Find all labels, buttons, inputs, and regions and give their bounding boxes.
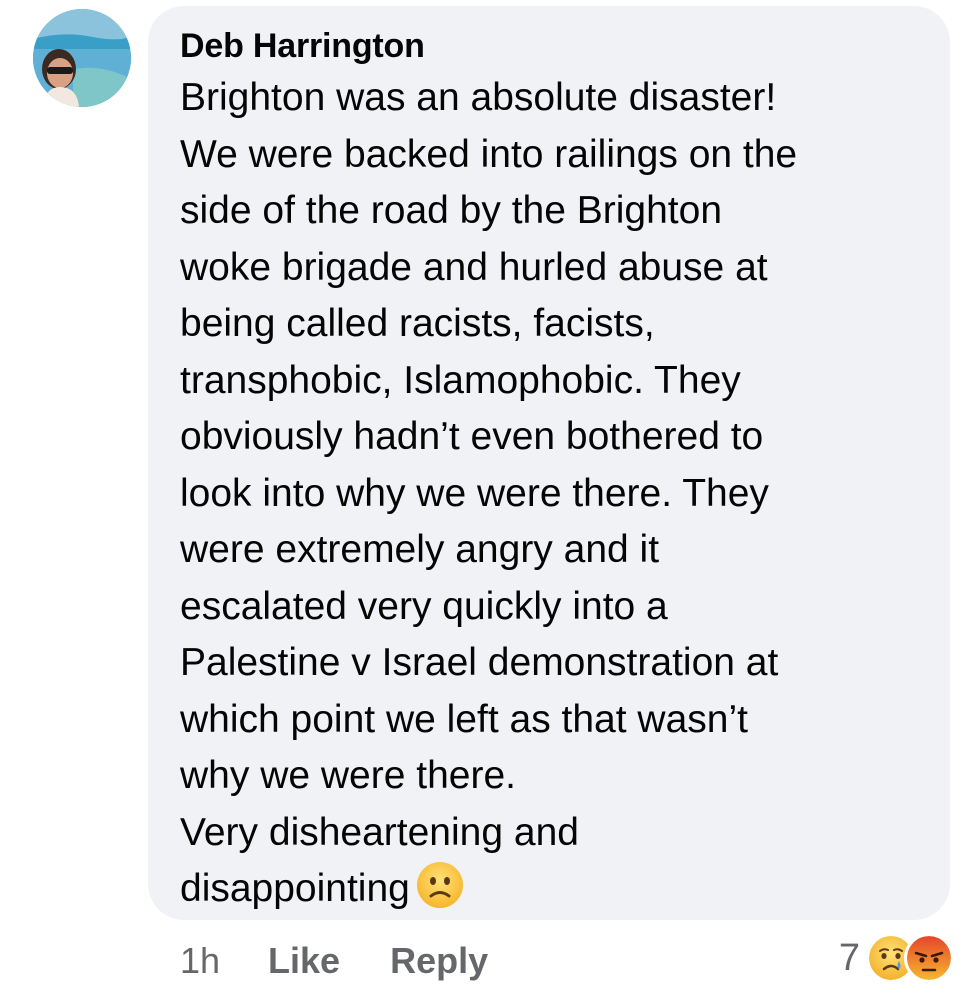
- comment-line: Brighton was an absolute disaster!: [180, 76, 777, 119]
- comment-line: side of the road by the Brighton: [180, 189, 723, 232]
- reply-button[interactable]: Reply: [390, 940, 488, 982]
- reaction-count: 7: [838, 936, 860, 979]
- avatar-photo: [33, 9, 131, 107]
- comment-actions: 1h Like Reply: [180, 936, 488, 986]
- comment-text: Brighton was an absolute disaster! We we…: [180, 70, 930, 918]
- avatar[interactable]: [33, 9, 131, 107]
- like-button[interactable]: Like: [268, 940, 340, 982]
- comment-line: being called racists, facists,: [180, 302, 655, 345]
- comment-timestamp[interactable]: 1h: [180, 940, 220, 982]
- angry-reaction-icon: [904, 933, 954, 983]
- comment-line: Very disheartening and: [180, 810, 579, 854]
- reactions-summary[interactable]: 7: [839, 932, 954, 984]
- comment-line-last: disappointing: [180, 861, 930, 918]
- comment-line: Palestine v Israel demonstration at: [180, 641, 779, 684]
- comment-line: transphobic, Islamophobic. They: [180, 358, 741, 402]
- comment-line: which point we left as that wasn’t: [180, 697, 748, 741]
- slightly-frowning-face-emoji: [416, 862, 463, 908]
- comment-line: escalated very quickly into a: [180, 584, 668, 628]
- comment-line: were extremely angry and it: [180, 528, 660, 571]
- comment-line: disappointing: [180, 867, 410, 910]
- comment-line: obviously hadn’t even bothered to: [180, 415, 764, 458]
- comment-line: why we were there.: [180, 754, 516, 797]
- comment-line: woke brigade and hurled abuse at: [180, 245, 768, 289]
- comment-bubble: Deb Harrington Brighton was an absolute …: [148, 6, 950, 920]
- comment-line: look into why we were there. They: [180, 471, 769, 515]
- comment-line: We were backed into railings on the: [180, 132, 798, 176]
- comment-author[interactable]: Deb Harrington: [180, 26, 930, 66]
